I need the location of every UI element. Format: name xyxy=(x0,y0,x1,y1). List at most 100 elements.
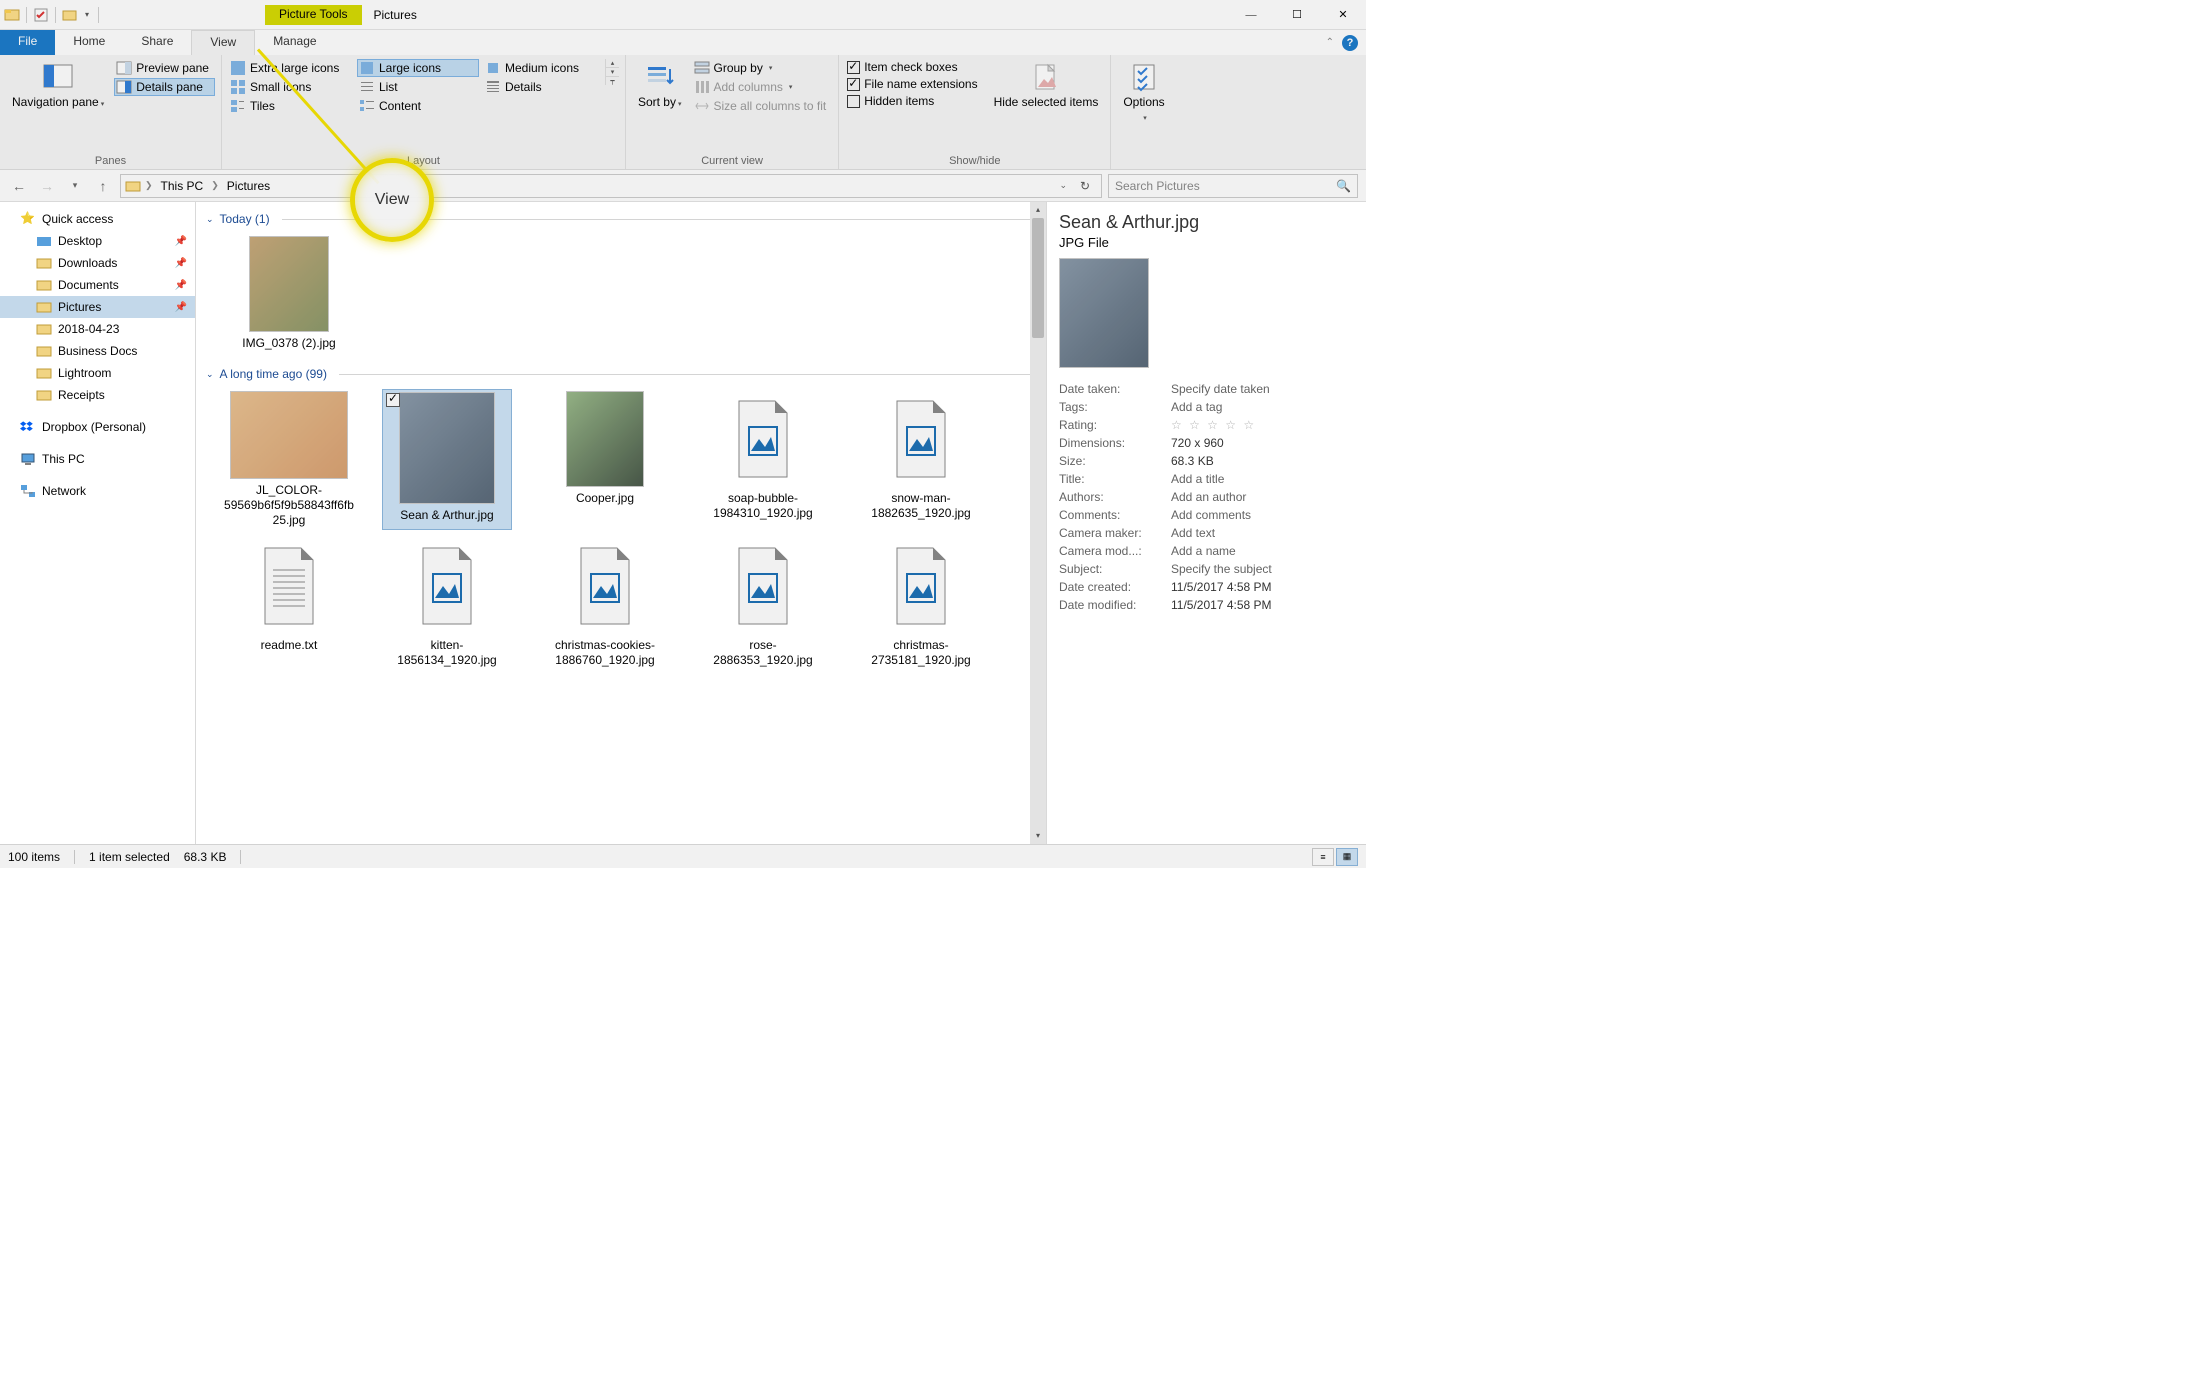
layout-medium-icons[interactable]: Medium icons xyxy=(483,59,601,77)
sortby-button[interactable]: Sort by▾ xyxy=(632,59,688,114)
layout-gallery-more[interactable]: ┯ xyxy=(606,77,619,85)
file-item[interactable]: christmas-2735181_1920.jpg xyxy=(856,536,986,670)
layout-large-icons[interactable]: Large icons xyxy=(357,59,479,77)
layout-gallery-up[interactable]: ▴ xyxy=(606,59,619,68)
scrollbar[interactable]: ▴ ▾ xyxy=(1030,202,1046,844)
panes-group-label: Panes xyxy=(6,153,215,167)
layout-gallery-down[interactable]: ▾ xyxy=(606,68,619,77)
file-item[interactable]: kitten-1856134_1920.jpg xyxy=(382,536,512,670)
sidebar-folder[interactable]: Lightroom xyxy=(0,362,195,384)
hiddenitems-toggle[interactable]: Hidden items xyxy=(845,93,983,109)
groupby-button[interactable]: Group by▾ xyxy=(692,59,833,77)
file-label: soap-bubble-1984310_1920.jpg xyxy=(700,487,826,521)
itemcheckboxes-toggle[interactable]: Item check boxes xyxy=(845,59,983,75)
file-item[interactable]: Cooper.jpg xyxy=(540,389,670,530)
layout-extra-large-icons[interactable]: Extra large icons xyxy=(228,59,353,77)
sidebar-documents[interactable]: Documents📌 xyxy=(0,274,195,296)
status-selected: 1 item selected xyxy=(89,850,170,864)
file-item[interactable]: snow-man-1882635_1920.jpg xyxy=(856,389,986,530)
details-label: Comments: xyxy=(1059,508,1171,522)
status-bar: 100 items 1 item selected 68.3 KB ≡ ▦ xyxy=(0,844,1366,868)
details-value[interactable]: Add an author xyxy=(1171,490,1246,504)
details-pane-button[interactable]: Details pane xyxy=(114,78,215,96)
details-value[interactable]: Add a tag xyxy=(1171,400,1222,414)
tab-share[interactable]: Share xyxy=(123,30,191,55)
sidebar-folder[interactable]: 2018-04-23 xyxy=(0,318,195,340)
status-size: 68.3 KB xyxy=(184,850,227,864)
sidebar-thispc[interactable]: This PC xyxy=(0,448,195,470)
crumb-pictures[interactable]: Pictures xyxy=(223,177,274,195)
preview-pane-button[interactable]: Preview pane xyxy=(114,59,215,77)
layout-list[interactable]: List xyxy=(357,78,479,96)
checkbox-on-icon[interactable] xyxy=(386,393,400,407)
tab-manage[interactable]: Manage xyxy=(255,30,334,55)
history-dropdown[interactable]: ▾ xyxy=(64,175,86,197)
sidebar-dropbox[interactable]: Dropbox (Personal) xyxy=(0,416,195,438)
layout-content[interactable]: Content xyxy=(357,97,479,115)
image-file-icon xyxy=(399,538,495,634)
fileextensions-toggle[interactable]: File name extensions xyxy=(845,76,983,92)
details-value[interactable]: Add a title xyxy=(1171,472,1224,486)
address-dropdown[interactable]: ⌄ xyxy=(1055,180,1071,191)
file-item[interactable]: christmas-cookies-1886760_1920.jpg xyxy=(540,536,670,670)
layout-details[interactable]: Details xyxy=(483,78,601,96)
hideselected-button[interactable]: Hide selected items xyxy=(988,59,1105,111)
address-field[interactable]: ❯ This PC ❯ Pictures ⌄ ↻ xyxy=(120,174,1102,198)
tab-home[interactable]: Home xyxy=(55,30,123,55)
details-value[interactable]: Specify the subject xyxy=(1171,562,1272,576)
image-file-icon xyxy=(873,538,969,634)
layout-small-icons[interactable]: Small icons xyxy=(228,78,353,96)
pin-icon: 📌 xyxy=(175,258,187,269)
sidebar-network[interactable]: Network xyxy=(0,480,195,502)
details-value[interactable]: Specify date taken xyxy=(1171,382,1270,396)
collapse-ribbon-icon[interactable]: ⌃ xyxy=(1326,37,1334,48)
separator xyxy=(98,7,99,23)
crumb-separator[interactable]: ❯ xyxy=(143,180,155,191)
close-button[interactable]: ✕ xyxy=(1320,0,1366,30)
up-button[interactable]: ↑ xyxy=(92,175,114,197)
details-value[interactable]: Add text xyxy=(1171,526,1215,540)
navigation-pane-button[interactable]: Navigation pane▾ xyxy=(6,59,110,114)
file-item[interactable]: rose-2886353_1920.jpg xyxy=(698,536,828,670)
rating-stars[interactable]: ☆ ☆ ☆ ☆ ☆ xyxy=(1171,418,1256,432)
file-item[interactable]: JL_COLOR-59569b6f5f9b58843ff6fb25.jpg xyxy=(224,389,354,530)
options-button[interactable]: Options▾ xyxy=(1117,59,1170,128)
refresh-button[interactable]: ↻ xyxy=(1073,179,1097,193)
qat-dropdown[interactable]: ▾ xyxy=(82,10,92,19)
tab-file[interactable]: File xyxy=(0,30,55,55)
thumbnails-view-button[interactable]: ▦ xyxy=(1336,848,1358,866)
properties-icon[interactable] xyxy=(33,7,49,23)
maximize-button[interactable]: ☐ xyxy=(1274,0,1320,30)
checkbox-off-icon xyxy=(847,95,860,108)
file-item[interactable]: IMG_0378 (2).jpg xyxy=(224,234,354,353)
details-value: 11/5/2017 4:58 PM xyxy=(1171,598,1272,612)
minimize-button[interactable]: — xyxy=(1228,0,1274,30)
file-item-selected[interactable]: Sean & Arthur.jpg xyxy=(382,389,512,530)
sidebar-downloads[interactable]: Downloads📌 xyxy=(0,252,195,274)
sidebar-desktop[interactable]: Desktop📌 xyxy=(0,230,195,252)
details-value[interactable]: Add a name xyxy=(1171,544,1236,558)
layout-tiles[interactable]: Tiles xyxy=(228,97,353,115)
group-header-today[interactable]: ⌄Today (1) xyxy=(206,208,1036,230)
details-view-button[interactable]: ≡ xyxy=(1312,848,1334,866)
file-item[interactable]: readme.txt xyxy=(224,536,354,670)
crumb-separator[interactable]: ❯ xyxy=(209,180,221,191)
sidebar-pictures[interactable]: Pictures📌 xyxy=(0,296,195,318)
group-header-longago[interactable]: ⌄A long time ago (99) xyxy=(206,363,1036,385)
ribbon: Navigation pane▾ Preview pane Details pa… xyxy=(0,55,1366,170)
details-value[interactable]: Add comments xyxy=(1171,508,1251,522)
search-input[interactable]: Search Pictures 🔍 xyxy=(1108,174,1358,198)
sidebar-quick-access[interactable]: ⭐Quick access xyxy=(0,208,195,230)
crumb-thispc[interactable]: This PC xyxy=(157,177,208,195)
scroll-up-icon[interactable]: ▴ xyxy=(1030,202,1046,218)
sidebar-folder[interactable]: Receipts xyxy=(0,384,195,406)
thumbnail-photo xyxy=(399,392,495,504)
scroll-down-icon[interactable]: ▾ xyxy=(1030,828,1046,844)
tab-view[interactable]: View xyxy=(191,30,255,55)
back-button[interactable]: ← xyxy=(8,175,30,197)
help-icon[interactable]: ? xyxy=(1342,35,1358,51)
new-folder-icon[interactable] xyxy=(62,7,78,23)
sidebar-folder[interactable]: Business Docs xyxy=(0,340,195,362)
scroll-thumb[interactable] xyxy=(1032,218,1044,338)
file-item[interactable]: soap-bubble-1984310_1920.jpg xyxy=(698,389,828,530)
